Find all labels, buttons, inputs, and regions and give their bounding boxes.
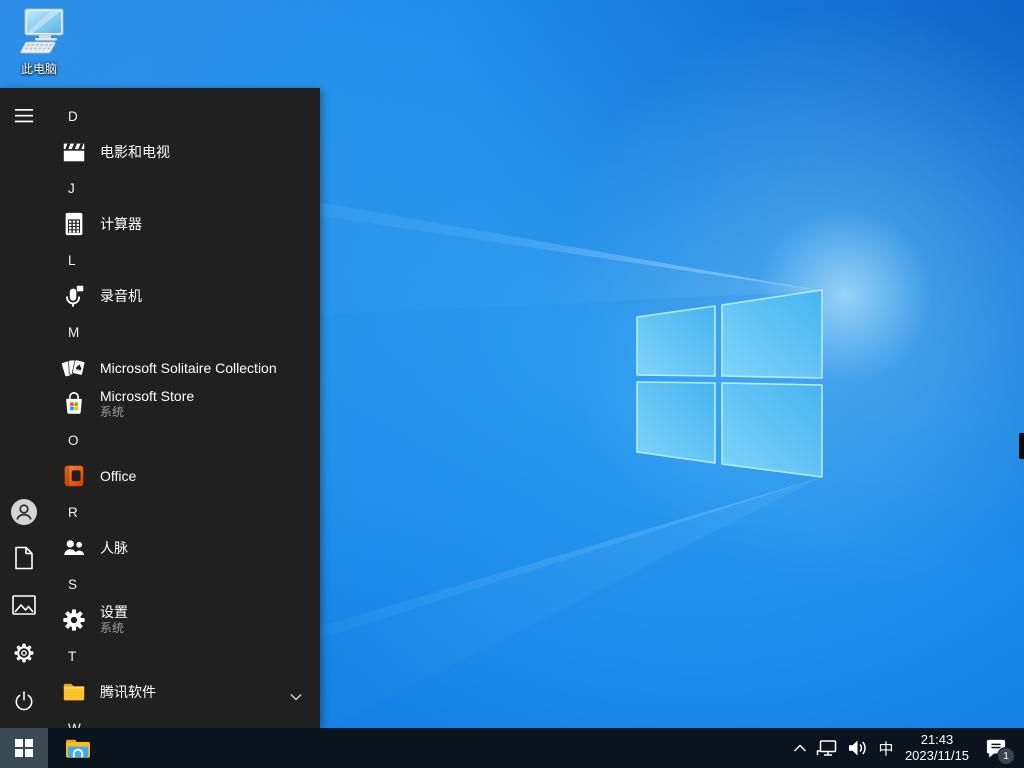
network-tray-button[interactable]: [812, 728, 842, 768]
documents-button[interactable]: [4, 538, 44, 578]
app-item-sublabel: 系统: [100, 621, 125, 636]
app-item-settings[interactable]: 设置 系统: [48, 602, 320, 638]
app-item-label: Microsoft Solitaire Collection: [100, 360, 277, 376]
app-item-label: 录音机: [100, 288, 142, 304]
app-item-voice-recorder[interactable]: 录音机: [48, 278, 320, 314]
app-item-solitaire[interactable]: ♠ Microsoft Solitaire Collection: [48, 350, 320, 386]
app-item-label: 计算器: [100, 216, 142, 232]
app-section-header-l[interactable]: L: [48, 242, 320, 278]
app-item-sublabel: 系统: [100, 405, 125, 420]
user-avatar-icon: [11, 499, 37, 525]
clock-date: 2023/11/15: [904, 748, 970, 763]
this-pc-icon: [20, 8, 64, 54]
app-item-tencent-folder[interactable]: 腾讯软件: [48, 674, 320, 710]
start-menu-rail: [0, 88, 48, 728]
calculator-icon: [60, 210, 88, 238]
windows-logo-icon: [15, 739, 33, 757]
action-center-button[interactable]: 1: [974, 728, 1018, 768]
solitaire-icon: ♠: [60, 354, 88, 382]
app-item-office[interactable]: Office: [48, 458, 320, 494]
app-section-header-s[interactable]: S: [48, 566, 320, 602]
start-menu-app-list: D 电影和电视 J 计算器 L 录音机 M ♠ Microsoft Solita…: [48, 88, 320, 728]
ethernet-icon: [816, 740, 837, 756]
menu-expand-button[interactable]: [4, 96, 44, 136]
app-item-label: Office: [100, 468, 137, 484]
system-tray: 中 21:43 2023/11/15 1: [788, 728, 1024, 768]
app-item-calculator[interactable]: 计算器: [48, 206, 320, 242]
right-edge-marker: [1019, 433, 1024, 459]
app-item-movies-tv[interactable]: 电影和电视: [48, 134, 320, 170]
power-button[interactable]: [4, 681, 44, 721]
app-section-header-w[interactable]: W: [48, 710, 320, 729]
desktop-icon-label: 此电脑: [20, 62, 57, 76]
volume-tray-button[interactable]: [842, 728, 872, 768]
user-account-button[interactable]: [4, 492, 44, 532]
app-item-label: 设置: [100, 604, 128, 621]
desktop-icon-this-pc[interactable]: 此电脑: [6, 6, 72, 77]
settings-rail-button[interactable]: [4, 633, 44, 673]
app-item-label: 电影和电视: [100, 144, 170, 160]
speaker-icon: [848, 740, 866, 756]
ime-indicator[interactable]: 中: [872, 728, 900, 768]
app-section-header-t[interactable]: T: [48, 638, 320, 674]
app-section-header-m[interactable]: M: [48, 314, 320, 350]
store-icon: [60, 390, 88, 418]
app-section-header-j[interactable]: J: [48, 170, 320, 206]
app-item-label: Microsoft Store: [100, 388, 195, 405]
app-item-label: 人脉: [100, 540, 128, 556]
start-button[interactable]: [0, 728, 48, 768]
notification-badge: 1: [997, 747, 1015, 765]
documents-icon: [15, 546, 33, 570]
hamburger-icon: [15, 109, 33, 123]
chevron-up-icon: [794, 744, 806, 752]
expand-chevron-icon[interactable]: [290, 688, 302, 706]
office-icon: [60, 462, 88, 490]
app-item-microsoft-store[interactable]: Microsoft Store 系统: [48, 386, 320, 422]
settings-gear-icon: [14, 643, 34, 663]
pictures-button[interactable]: [4, 585, 44, 625]
movies-tv-icon: [60, 138, 88, 166]
folder-icon: [60, 678, 88, 706]
taskbar: 中 21:43 2023/11/15 1: [0, 728, 1024, 768]
app-item-people[interactable]: 人脉: [48, 530, 320, 566]
hidden-icons-button[interactable]: [788, 728, 812, 768]
people-icon: [60, 534, 88, 562]
clock[interactable]: 21:43 2023/11/15: [900, 728, 974, 768]
app-item-label: 腾讯软件: [100, 684, 156, 700]
file-explorer-icon: [66, 739, 90, 758]
clock-time: 21:43: [920, 732, 954, 747]
power-icon: [15, 691, 33, 711]
app-section-header-o[interactable]: O: [48, 422, 320, 458]
desktop-screen: 此电脑 D 电影和电视 J 计算器 L 录音机 M ♠ Microsoft So…: [0, 0, 1024, 768]
settings-icon: [60, 606, 88, 634]
pictures-icon: [12, 595, 36, 615]
app-section-header-r[interactable]: R: [48, 494, 320, 530]
start-menu: D 电影和电视 J 计算器 L 录音机 M ♠ Microsoft Solita…: [0, 88, 320, 728]
voice-recorder-icon: [60, 282, 88, 310]
app-section-header-d[interactable]: D: [48, 98, 320, 134]
file-explorer-button[interactable]: [56, 728, 100, 768]
